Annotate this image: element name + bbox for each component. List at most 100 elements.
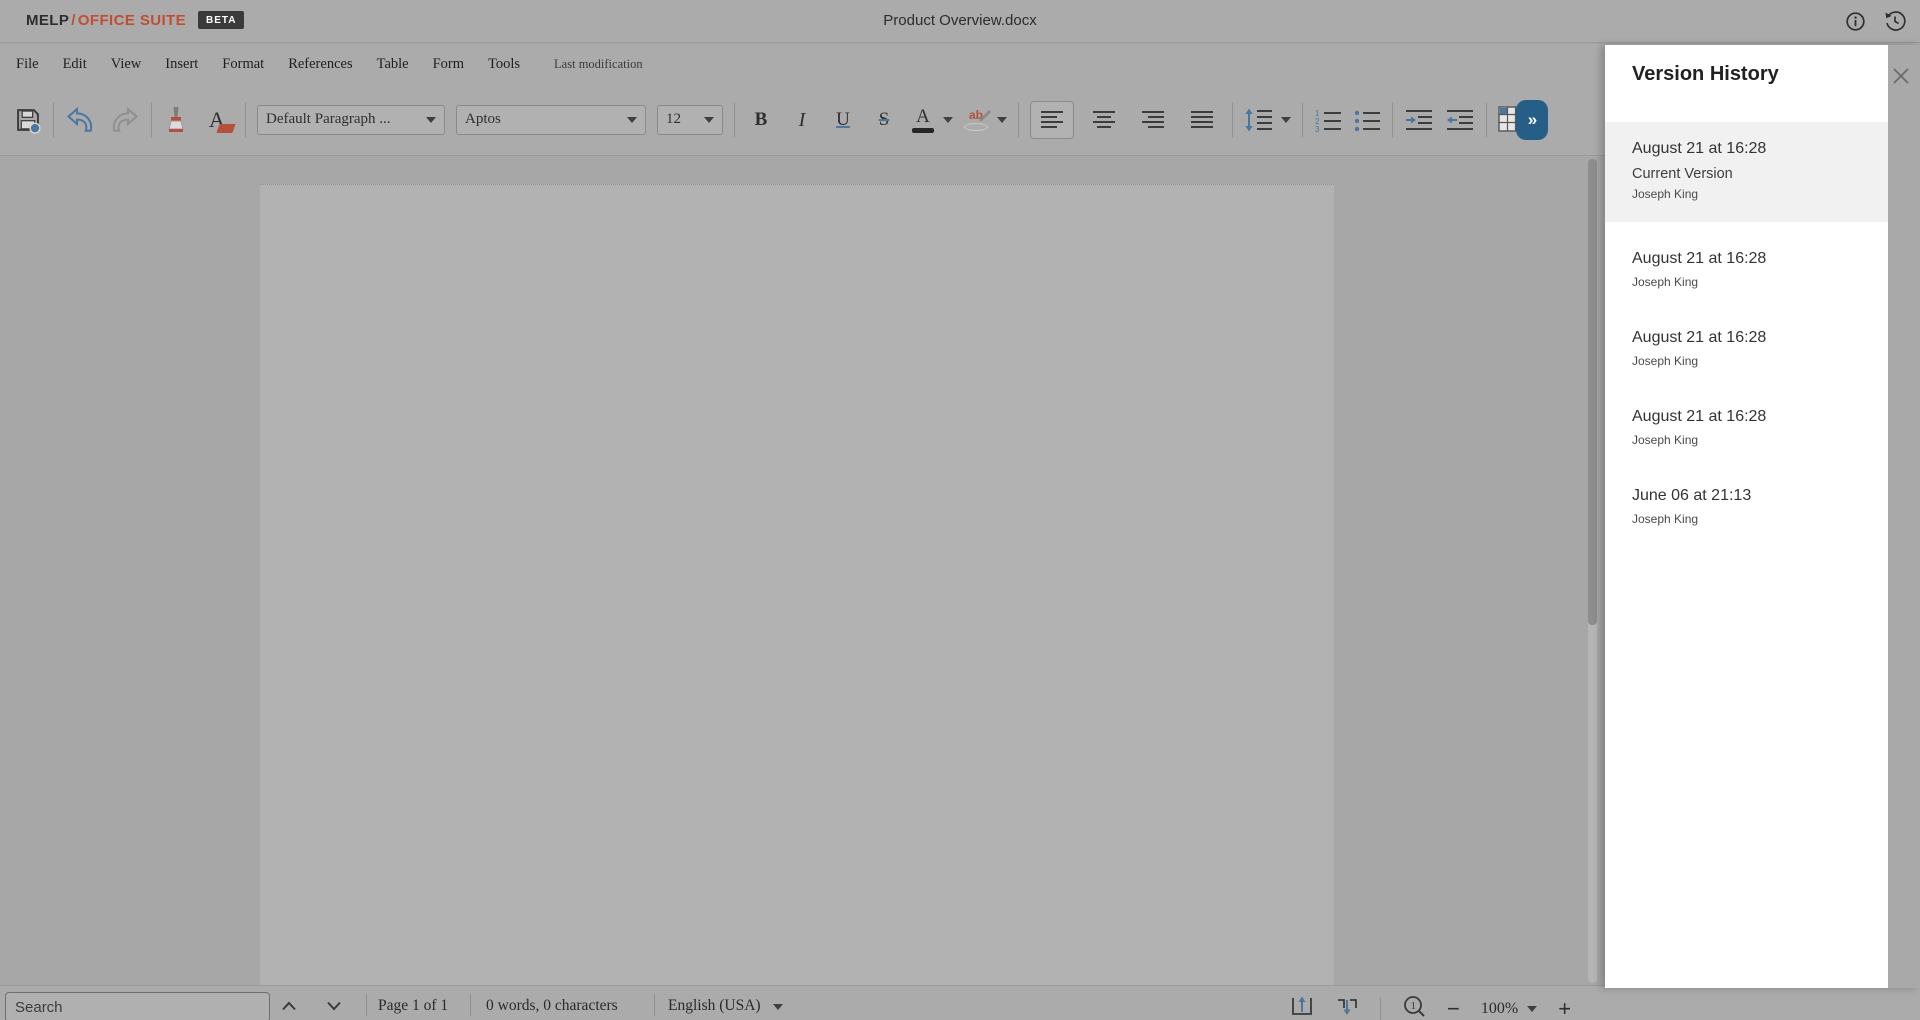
zoom-out-button[interactable]: − (1447, 999, 1460, 1019)
menu-insert[interactable]: Insert (165, 56, 198, 73)
last-modification-label: Last modification (554, 57, 643, 72)
word-count[interactable]: 0 words, 0 characters (486, 997, 618, 1015)
align-right-button[interactable] (1134, 101, 1172, 139)
italic-button[interactable]: I (787, 103, 817, 137)
line-spacing-button[interactable] (1244, 108, 1274, 132)
font-color-button[interactable]: A (910, 107, 936, 133)
search-next-icon[interactable] (326, 998, 342, 1016)
search-input[interactable] (6, 999, 269, 1016)
version-entry[interactable]: August 21 at 16:28 Joseph King (1605, 398, 1888, 477)
strikethrough-button[interactable]: S (869, 103, 899, 137)
version-author: Joseph King (1632, 187, 1878, 201)
multi-page-view-icon[interactable] (1335, 995, 1359, 1020)
panel-right-strip (1888, 45, 1920, 988)
version-entry[interactable]: August 21 at 16:28 Joseph King (1605, 319, 1888, 398)
clear-formatting-icon[interactable]: A (200, 103, 234, 137)
page-indicator[interactable]: Page 1 of 1 (378, 997, 448, 1015)
vertical-scrollbar[interactable] (1588, 159, 1597, 983)
decrease-indent-icon[interactable] (1445, 108, 1475, 132)
statusbar-separator (654, 994, 655, 1016)
zoom-in-button[interactable]: + (1558, 999, 1571, 1019)
font-size-select[interactable]: 12 (657, 105, 723, 135)
version-date: June 06 at 21:13 (1632, 487, 1878, 505)
font-size-value: 12 (666, 111, 696, 128)
svg-text:1: 1 (1411, 1000, 1417, 1012)
chevron-down-icon (773, 1004, 783, 1010)
toolbar-separator (1392, 103, 1393, 137)
underline-button[interactable]: U (828, 103, 858, 137)
line-spacing-dropdown-icon[interactable] (1281, 117, 1291, 123)
zoom-to-page-icon[interactable]: 1 (1402, 994, 1426, 1020)
version-author: Joseph King (1632, 275, 1878, 289)
menu-tools[interactable]: Tools (488, 56, 520, 73)
menu-table[interactable]: Table (377, 56, 409, 73)
version-date: August 21 at 16:28 (1632, 250, 1878, 268)
save-icon[interactable] (14, 106, 42, 134)
version-date: August 21 at 16:28 (1632, 329, 1878, 347)
chevron-down-icon (704, 117, 714, 123)
toolbar-separator (1302, 103, 1303, 137)
toolbar-separator (1018, 103, 1019, 137)
close-icon[interactable] (1889, 64, 1913, 88)
status-bar: Page 1 of 1 0 words, 0 characters Englis… (0, 985, 1920, 1020)
statusbar-separator (470, 994, 471, 1016)
menu-view[interactable]: View (111, 56, 142, 73)
toolbar-separator (1486, 103, 1487, 137)
version-label: Current Version (1632, 166, 1878, 182)
version-date: August 21 at 16:28 (1632, 140, 1878, 158)
font-color-dropdown-icon[interactable] (943, 117, 953, 123)
version-author: Joseph King (1632, 354, 1878, 368)
version-entry-current[interactable]: August 21 at 16:28 Current Version Josep… (1605, 122, 1888, 222)
search-previous-icon[interactable] (281, 998, 297, 1016)
menu-edit[interactable]: Edit (63, 56, 87, 73)
version-list: August 21 at 16:28 Current Version Josep… (1605, 122, 1888, 556)
chevron-down-icon (627, 117, 637, 123)
increase-indent-icon[interactable] (1404, 108, 1434, 132)
language-value: English (USA) (668, 997, 761, 1014)
align-justify-button[interactable] (1183, 101, 1221, 139)
version-history-panel: Version History August 21 at 16:28 Curre… (1605, 45, 1920, 988)
scrollbar-thumb[interactable] (1588, 159, 1597, 625)
version-date: August 21 at 16:28 (1632, 408, 1878, 426)
statusbar-separator (1380, 998, 1381, 1020)
language-selector[interactable]: English (USA) (668, 997, 783, 1015)
version-author: Joseph King (1632, 512, 1878, 526)
paragraph-style-select[interactable]: Default Paragraph ... (257, 105, 445, 135)
toolbar-more-button[interactable]: » (1516, 100, 1548, 140)
undo-icon[interactable] (65, 107, 97, 133)
numbered-list-icon[interactable]: 123 (1314, 108, 1342, 132)
highlight-color-button[interactable]: ab (964, 109, 988, 131)
highlight-dropdown-icon[interactable] (997, 117, 1007, 123)
toolbar-separator (734, 103, 735, 137)
clone-formatting-icon[interactable] (163, 105, 189, 135)
version-entry[interactable]: June 06 at 21:13 Joseph King (1605, 477, 1888, 556)
align-left-button[interactable] (1030, 101, 1074, 139)
toolbar-separator (1232, 103, 1233, 137)
eraser-shape (216, 124, 235, 133)
redo-icon[interactable] (108, 107, 140, 133)
version-history-icon[interactable] (1882, 8, 1908, 34)
bullet-list-icon[interactable] (1353, 108, 1381, 132)
document-page[interactable] (260, 184, 1334, 985)
font-color-letter: A (916, 107, 930, 126)
toolbar-overflow-group: » (1498, 100, 1548, 140)
more-chevrons: » (1528, 110, 1536, 130)
menu-references[interactable]: References (288, 56, 352, 73)
menu-file[interactable]: File (16, 56, 39, 73)
paragraph-style-value: Default Paragraph ... (266, 111, 418, 128)
chevron-down-icon (1527, 1006, 1537, 1012)
bold-button[interactable]: B (746, 103, 776, 137)
version-entry[interactable]: August 21 at 16:28 Joseph King (1605, 240, 1888, 319)
single-page-view-icon[interactable] (1290, 995, 1314, 1020)
toolbar-separator (245, 103, 246, 137)
search-box (5, 992, 270, 1020)
chevron-down-icon (426, 117, 436, 123)
font-name-select[interactable]: Aptos (456, 105, 646, 135)
document-title: Product Overview.docx (0, 12, 1920, 29)
menu-form[interactable]: Form (433, 56, 464, 73)
menu-format[interactable]: Format (222, 56, 264, 73)
font-name-value: Aptos (465, 111, 619, 128)
zoom-level-selector[interactable]: 100% (1481, 1000, 1537, 1018)
align-center-button[interactable] (1085, 101, 1123, 139)
info-icon[interactable] (1842, 8, 1868, 34)
